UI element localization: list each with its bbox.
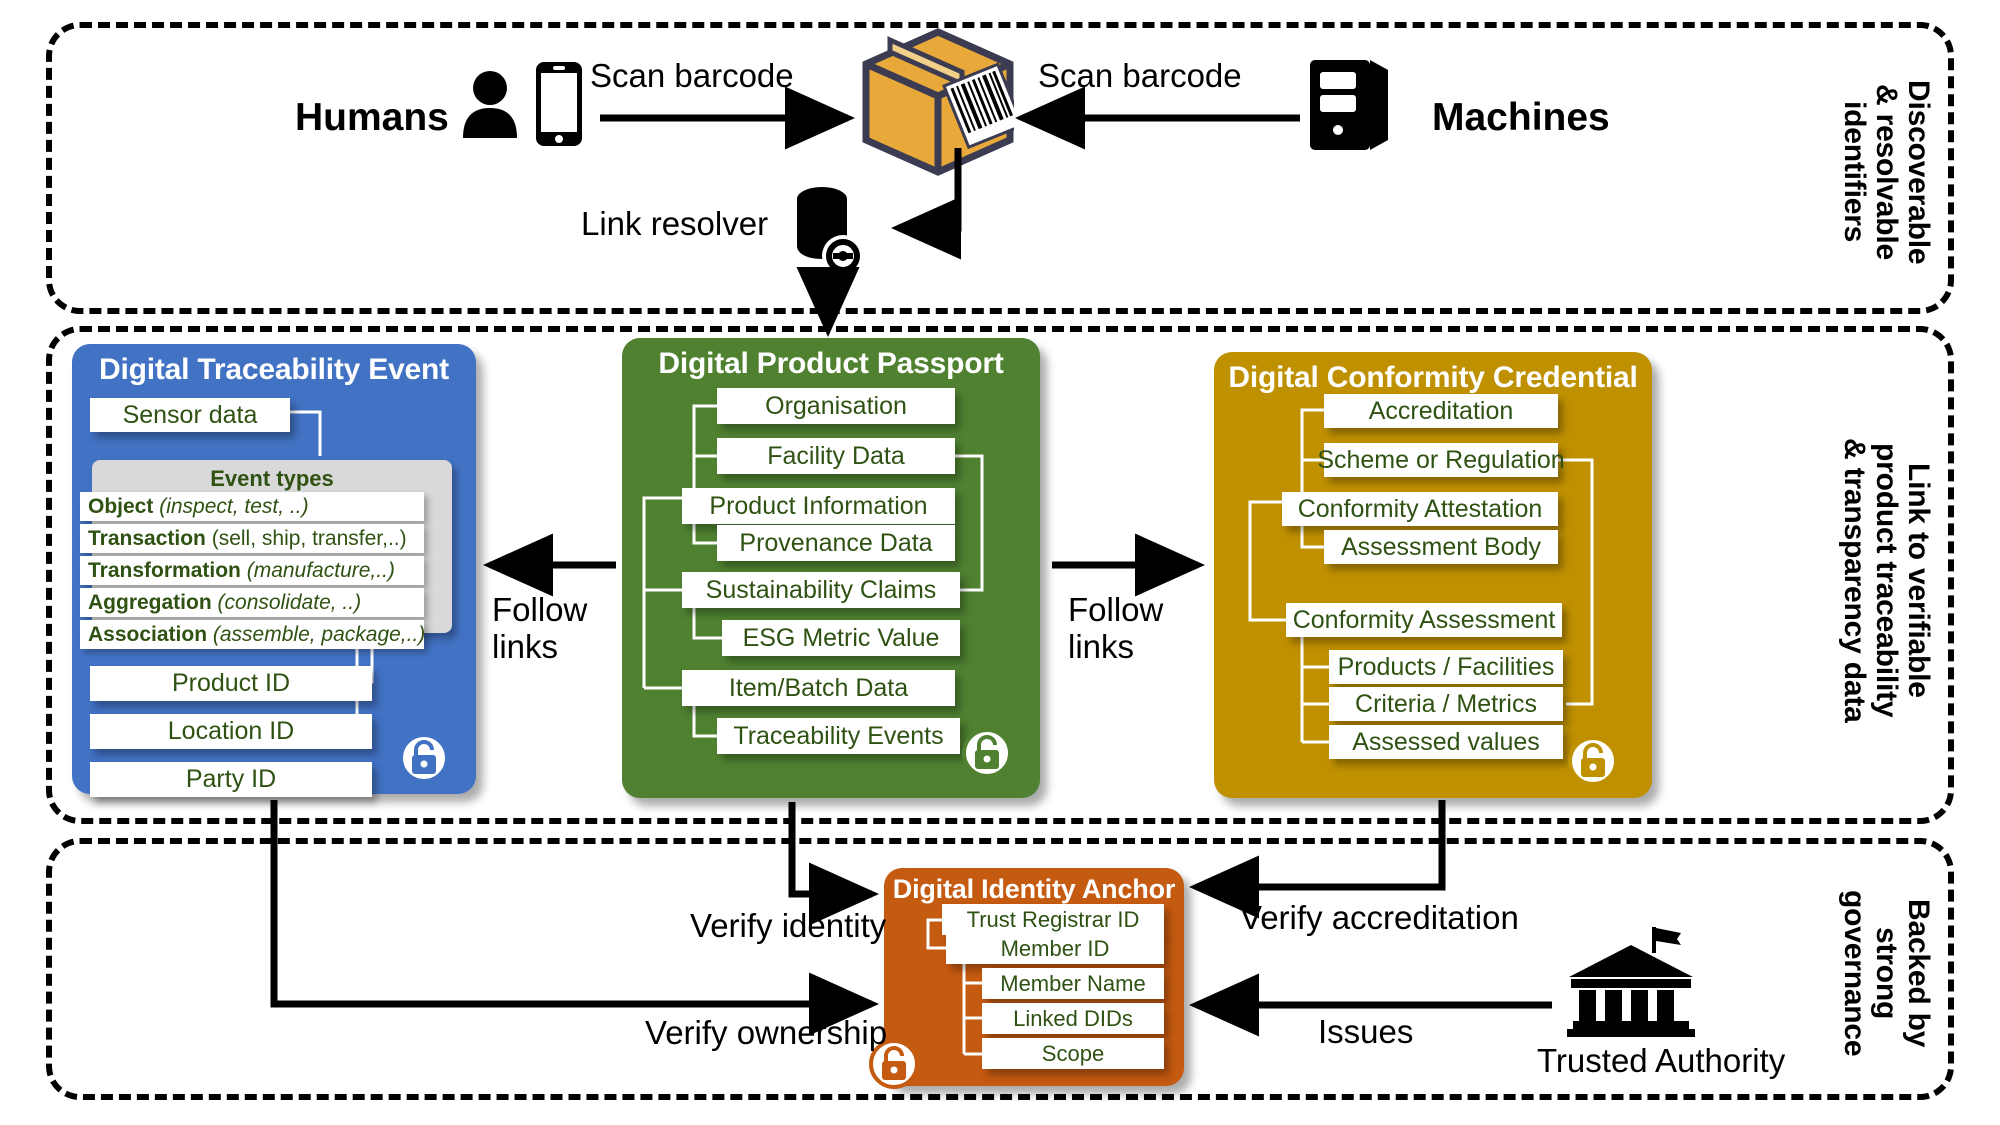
pill-assessed-values[interactable]: Assessed values — [1329, 725, 1563, 759]
event-type-name: Aggregation — [88, 590, 212, 614]
event-type-examples: (sell, ship, transfer,..) — [211, 526, 407, 550]
classical-bank-building-icon — [1567, 927, 1695, 1037]
card-title-dcc: Digital Conformity Credential — [1228, 361, 1638, 394]
server-icon — [1310, 60, 1388, 150]
machines-label: Machines — [1432, 96, 1610, 139]
pill-sensor-data[interactable]: Sensor data — [90, 398, 290, 432]
lock-icon — [399, 733, 449, 783]
lock-icon — [1568, 736, 1618, 786]
pill-traceability-events[interactable]: Traceability Events — [717, 718, 960, 754]
card-title-dpp: Digital Product Passport — [658, 347, 1004, 380]
card-digital-identity-anchor[interactable]: Digital Identity Anchor Trust Registrar … — [869, 868, 1184, 1089]
event-type-name: Association — [88, 622, 208, 646]
pill-linked-dids[interactable]: Linked DIDs — [982, 1003, 1164, 1034]
section-label-discoverable: Discoverable & resolvable identifiers — [1837, 79, 1935, 265]
pill-products-facilities[interactable]: Products / Facilities — [1329, 650, 1563, 684]
event-types-title: Event types — [210, 466, 334, 491]
card-digital-traceability-event[interactable]: Digital Traceability Event Sensor data E… — [72, 344, 476, 797]
event-type-row[interactable]: Association (assemble, package,..) — [80, 620, 426, 649]
event-type-examples: (consolidate, ..) — [217, 590, 362, 614]
pill-trust-registrar-id[interactable]: Trust Registrar ID — [942, 904, 1164, 935]
pill-esg-metric-value[interactable]: ESG Metric Value — [722, 620, 960, 656]
verify-ownership-label: Verify ownership — [645, 1014, 888, 1051]
pill-member-id[interactable]: Member ID — [946, 933, 1164, 964]
pill-item-batch-data[interactable]: Item/Batch Data — [682, 670, 955, 706]
event-type-row[interactable]: Transformation (manufacture,..) — [80, 556, 424, 585]
section-label-link: Link to verifiable product traceability … — [1837, 437, 1935, 723]
event-type-row[interactable]: Transaction (sell, ship, transfer,..) — [80, 524, 424, 553]
pill-conformity-assessment[interactable]: Conformity Assessment — [1286, 603, 1562, 637]
card-digital-product-passport[interactable]: Digital Product Passport Organisation Fa… — [622, 338, 1040, 798]
link-resolver-label: Link resolver — [581, 205, 769, 242]
event-type-examples: (manufacture,..) — [246, 558, 395, 582]
verify-accreditation-label: Verify accreditation — [1240, 899, 1519, 936]
pill-criteria-metrics[interactable]: Criteria / Metrics — [1329, 687, 1563, 721]
lock-icon — [962, 728, 1012, 778]
humans-label: Humans — [295, 96, 449, 139]
pill-organisation[interactable]: Organisation — [717, 388, 955, 424]
pill-accreditation[interactable]: Accreditation — [1324, 394, 1558, 428]
trusted-authority-label: Trusted Authority — [1537, 1042, 1786, 1079]
pill-assessment-body[interactable]: Assessment Body — [1324, 530, 1558, 564]
database-link-icon — [797, 187, 864, 277]
barcoded-package-icon — [862, 28, 1014, 176]
pill-facility-data[interactable]: Facility Data — [717, 438, 955, 474]
scan-barcode-right-label: Scan barcode — [1038, 57, 1242, 94]
event-type-name: Transaction — [88, 526, 206, 550]
follow-links-left-label: Follow links — [492, 591, 588, 665]
card-digital-conformity-credential[interactable]: Digital Conformity Credential Accreditat… — [1214, 352, 1652, 798]
verify-identity-label: Verify identity — [690, 907, 887, 944]
pill-conformity-attestation[interactable]: Conformity Attestation — [1282, 492, 1558, 526]
follow-links-right-label: Follow links — [1068, 591, 1164, 665]
scan-barcode-left-label: Scan barcode — [590, 57, 794, 94]
event-type-examples: (inspect, test, ..) — [159, 494, 309, 518]
pill-provenance-data[interactable]: Provenance Data — [717, 525, 955, 561]
event-type-row[interactable]: Aggregation (consolidate, ..) — [80, 588, 424, 617]
mobile-phone-icon — [536, 62, 582, 146]
person-icon — [463, 71, 517, 138]
pill-member-name[interactable]: Member Name — [982, 968, 1164, 999]
pill-location-id[interactable]: Location ID — [90, 714, 372, 749]
event-type-name: Object — [88, 494, 154, 518]
event-type-examples: (assemble, package,..) — [212, 622, 426, 646]
card-title-dia: Digital Identity Anchor — [892, 874, 1176, 904]
card-title-dte: Digital Traceability Event — [99, 353, 449, 386]
event-type-row[interactable]: Object (inspect, test, ..) — [80, 492, 424, 521]
diagram-canvas: Discoverable & resolvable identifiers Hu… — [0, 0, 2000, 1125]
section-label-governance: Backed by strong governance — [1837, 889, 1935, 1057]
pill-scheme-or-regulation[interactable]: Scheme or Regulation — [1317, 443, 1565, 477]
pill-sustainability-claims[interactable]: Sustainability Claims — [682, 572, 960, 608]
pill-party-id[interactable]: Party ID — [90, 762, 372, 797]
event-type-name: Transformation — [88, 558, 241, 582]
pill-product-id[interactable]: Product ID — [90, 666, 372, 701]
issues-label: Issues — [1318, 1013, 1414, 1050]
pill-product-information[interactable]: Product Information — [682, 488, 955, 524]
pill-scope[interactable]: Scope — [982, 1038, 1164, 1069]
